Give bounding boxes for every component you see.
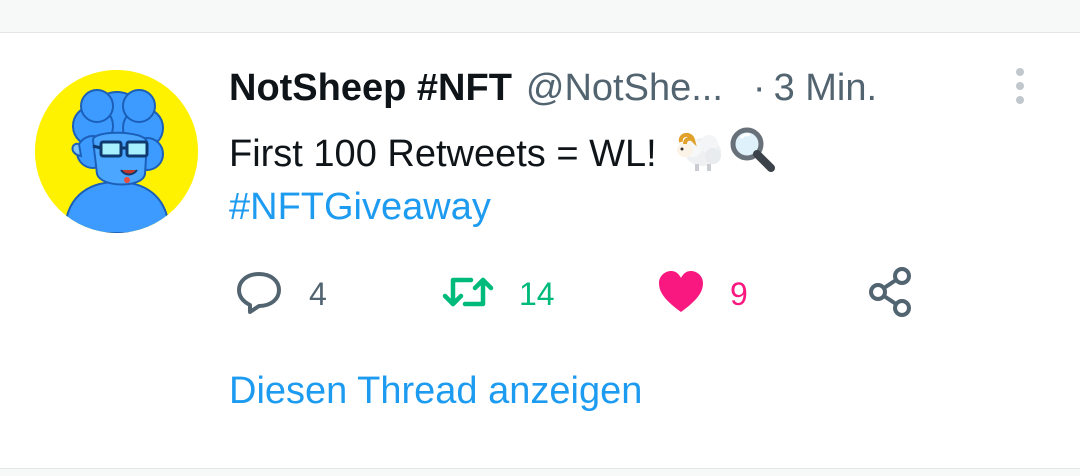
more-vertical-icon[interactable] bbox=[1008, 66, 1032, 108]
share-icon bbox=[866, 266, 916, 323]
user-handle[interactable]: @NotShe... bbox=[526, 67, 723, 110]
reply-count: 4 bbox=[309, 275, 327, 312]
ram-emoji-icon bbox=[673, 126, 725, 182]
reply-icon bbox=[233, 266, 285, 323]
display-name[interactable]: NotSheep #NFT bbox=[229, 67, 512, 110]
tweet-text-row: First 100 Retweets = WL! bbox=[229, 124, 777, 184]
retweet-icon bbox=[441, 266, 495, 323]
hashtag-link[interactable]: #NFTGiveaway bbox=[229, 186, 491, 229]
share-button[interactable] bbox=[866, 266, 916, 323]
avatar-sheep-image bbox=[35, 70, 198, 233]
tweet-header: NotSheep #NFT @NotShe... · 3 Min. bbox=[229, 64, 1039, 112]
next-tweet-divider bbox=[0, 469, 1080, 476]
tweet-page: NotSheep #NFT @NotShe... · 3 Min. First … bbox=[0, 0, 1080, 476]
retweet-button[interactable]: 14 bbox=[441, 268, 555, 320]
show-thread-link[interactable]: Diesen Thread anzeigen bbox=[229, 370, 642, 413]
retweet-count: 14 bbox=[519, 275, 555, 312]
avatar[interactable] bbox=[35, 70, 198, 233]
previous-tweet-divider bbox=[0, 0, 1080, 33]
like-button[interactable]: 9 bbox=[656, 268, 748, 320]
like-count: 9 bbox=[730, 275, 748, 312]
magnifying-glass-emoji-icon bbox=[727, 124, 777, 184]
timestamp[interactable]: 3 Min. bbox=[774, 67, 877, 110]
separator-dot: · bbox=[752, 66, 766, 109]
heart-icon bbox=[656, 267, 706, 322]
reply-button[interactable]: 4 bbox=[233, 268, 327, 320]
tweet-text: First 100 Retweets = WL! bbox=[229, 132, 657, 175]
